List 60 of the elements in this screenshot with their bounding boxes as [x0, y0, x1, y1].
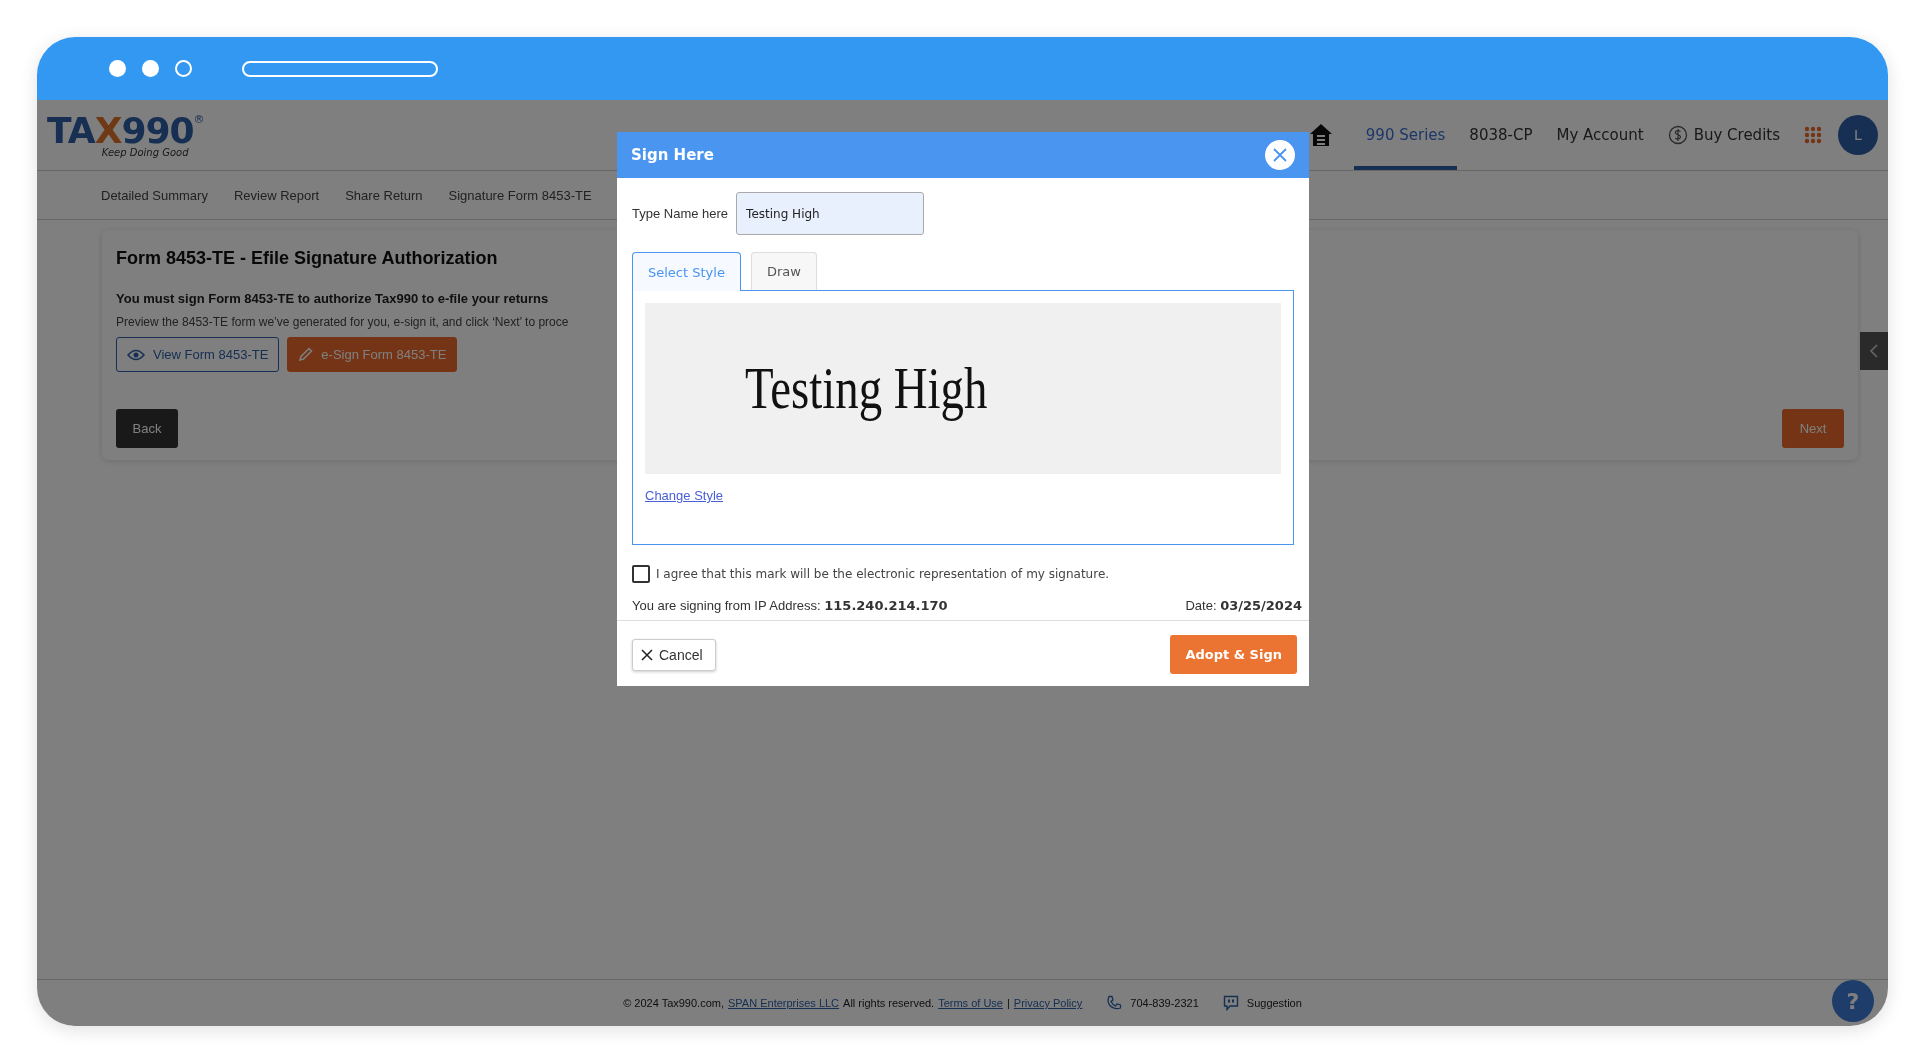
rights-text: All rights reserved. [843, 997, 935, 1009]
adopt-sign-button[interactable]: Adopt & Sign [1170, 635, 1297, 674]
ip-address-text: You are signing from IP Address: 115.240.214.170 [632, 598, 948, 613]
window-dot[interactable] [109, 60, 126, 77]
style-tab[interactable]: Select Style [632, 252, 741, 291]
window-dot[interactable] [142, 60, 159, 77]
agree-text: I agree that this mark will be the electronic representation of my signature. [656, 567, 1110, 581]
nav-tab[interactable]: Buy Credits [1655, 100, 1792, 170]
close-icon [1273, 148, 1287, 162]
copyright-text: © 2024 Tax990.com, [623, 997, 724, 1009]
help-button[interactable]: ? [1832, 980, 1874, 1022]
signature-text: Testing High [745, 354, 988, 423]
subnav-link[interactable]: Share Return [345, 187, 423, 203]
chevron-left-icon [1869, 344, 1879, 358]
apps-grid-icon[interactable] [1804, 126, 1822, 144]
company-link[interactable]: SPAN Enterprises LLC [728, 997, 840, 1009]
agree-checkbox[interactable] [632, 565, 650, 583]
style-tab[interactable]: Draw [750, 252, 817, 290]
nav-tab[interactable]: 8038-CP [1457, 100, 1545, 170]
user-avatar[interactable]: L [1838, 115, 1878, 155]
cancel-button[interactable]: Cancel [632, 638, 716, 671]
name-input[interactable]: Testing High [736, 192, 925, 235]
nav-label: Buy Credits [1693, 126, 1780, 144]
phone-number: 704-839-2321 [1130, 997, 1199, 1009]
view-form-button[interactable]: View Form 8453-TE [116, 337, 280, 372]
subnav-link[interactable]: Signature Form 8453-TE [448, 187, 592, 203]
suggestion-link[interactable]: Suggestion [1246, 997, 1302, 1009]
subnav-link[interactable]: Detailed Summary [101, 187, 208, 203]
card-title: Form 8453-TE - Efile Signature Authorization [116, 248, 499, 269]
registered-mark: ® [193, 112, 205, 126]
nav-label: 8038-CP [1469, 126, 1533, 144]
close-button[interactable] [1265, 140, 1295, 170]
date-text: Date: 03/25/2024 [1185, 598, 1302, 613]
window-dot[interactable] [175, 60, 192, 77]
privacy-link[interactable]: Privacy Policy [1013, 997, 1083, 1009]
nav-label: My Account [1556, 126, 1644, 144]
name-label: Type Name here [632, 206, 729, 221]
logo[interactable]: TAX990 [47, 112, 194, 149]
esign-form-button[interactable]: e-Sign Form 8453-TE [287, 337, 458, 372]
address-bar[interactable] [242, 60, 438, 77]
nav-tab[interactable]: 990 Series [1353, 100, 1458, 170]
phone-icon [1106, 995, 1123, 1011]
dollar-icon [1667, 125, 1688, 145]
eye-icon [127, 348, 145, 361]
instruction-text: You must sign Form 8453-TE to authorize Tax990 to e-file your returns [116, 291, 550, 306]
dialog-title: Sign Here [631, 146, 714, 164]
nav-tab[interactable]: My Account [1544, 100, 1656, 170]
chat-icon [1222, 995, 1239, 1011]
back-button[interactable]: Back [116, 409, 178, 448]
terms-link[interactable]: Terms of Use [938, 997, 1003, 1009]
subnav-link[interactable]: Review Report [233, 187, 320, 203]
separator-text: | [1006, 997, 1010, 1009]
pencil-icon [298, 347, 314, 362]
change-style-link[interactable]: Change Style [645, 488, 724, 503]
preview-note: Preview the 8453-TE form we’ve generated for you, e-sign it, and click ‘Next’ to proce [116, 315, 570, 329]
next-button[interactable]: Next [1782, 409, 1844, 448]
side-panel-toggle[interactable] [1860, 332, 1888, 370]
close-icon [641, 648, 653, 661]
logo-tagline: Keep Doing Good [101, 146, 189, 158]
nav-label: 990 Series [1365, 126, 1446, 144]
